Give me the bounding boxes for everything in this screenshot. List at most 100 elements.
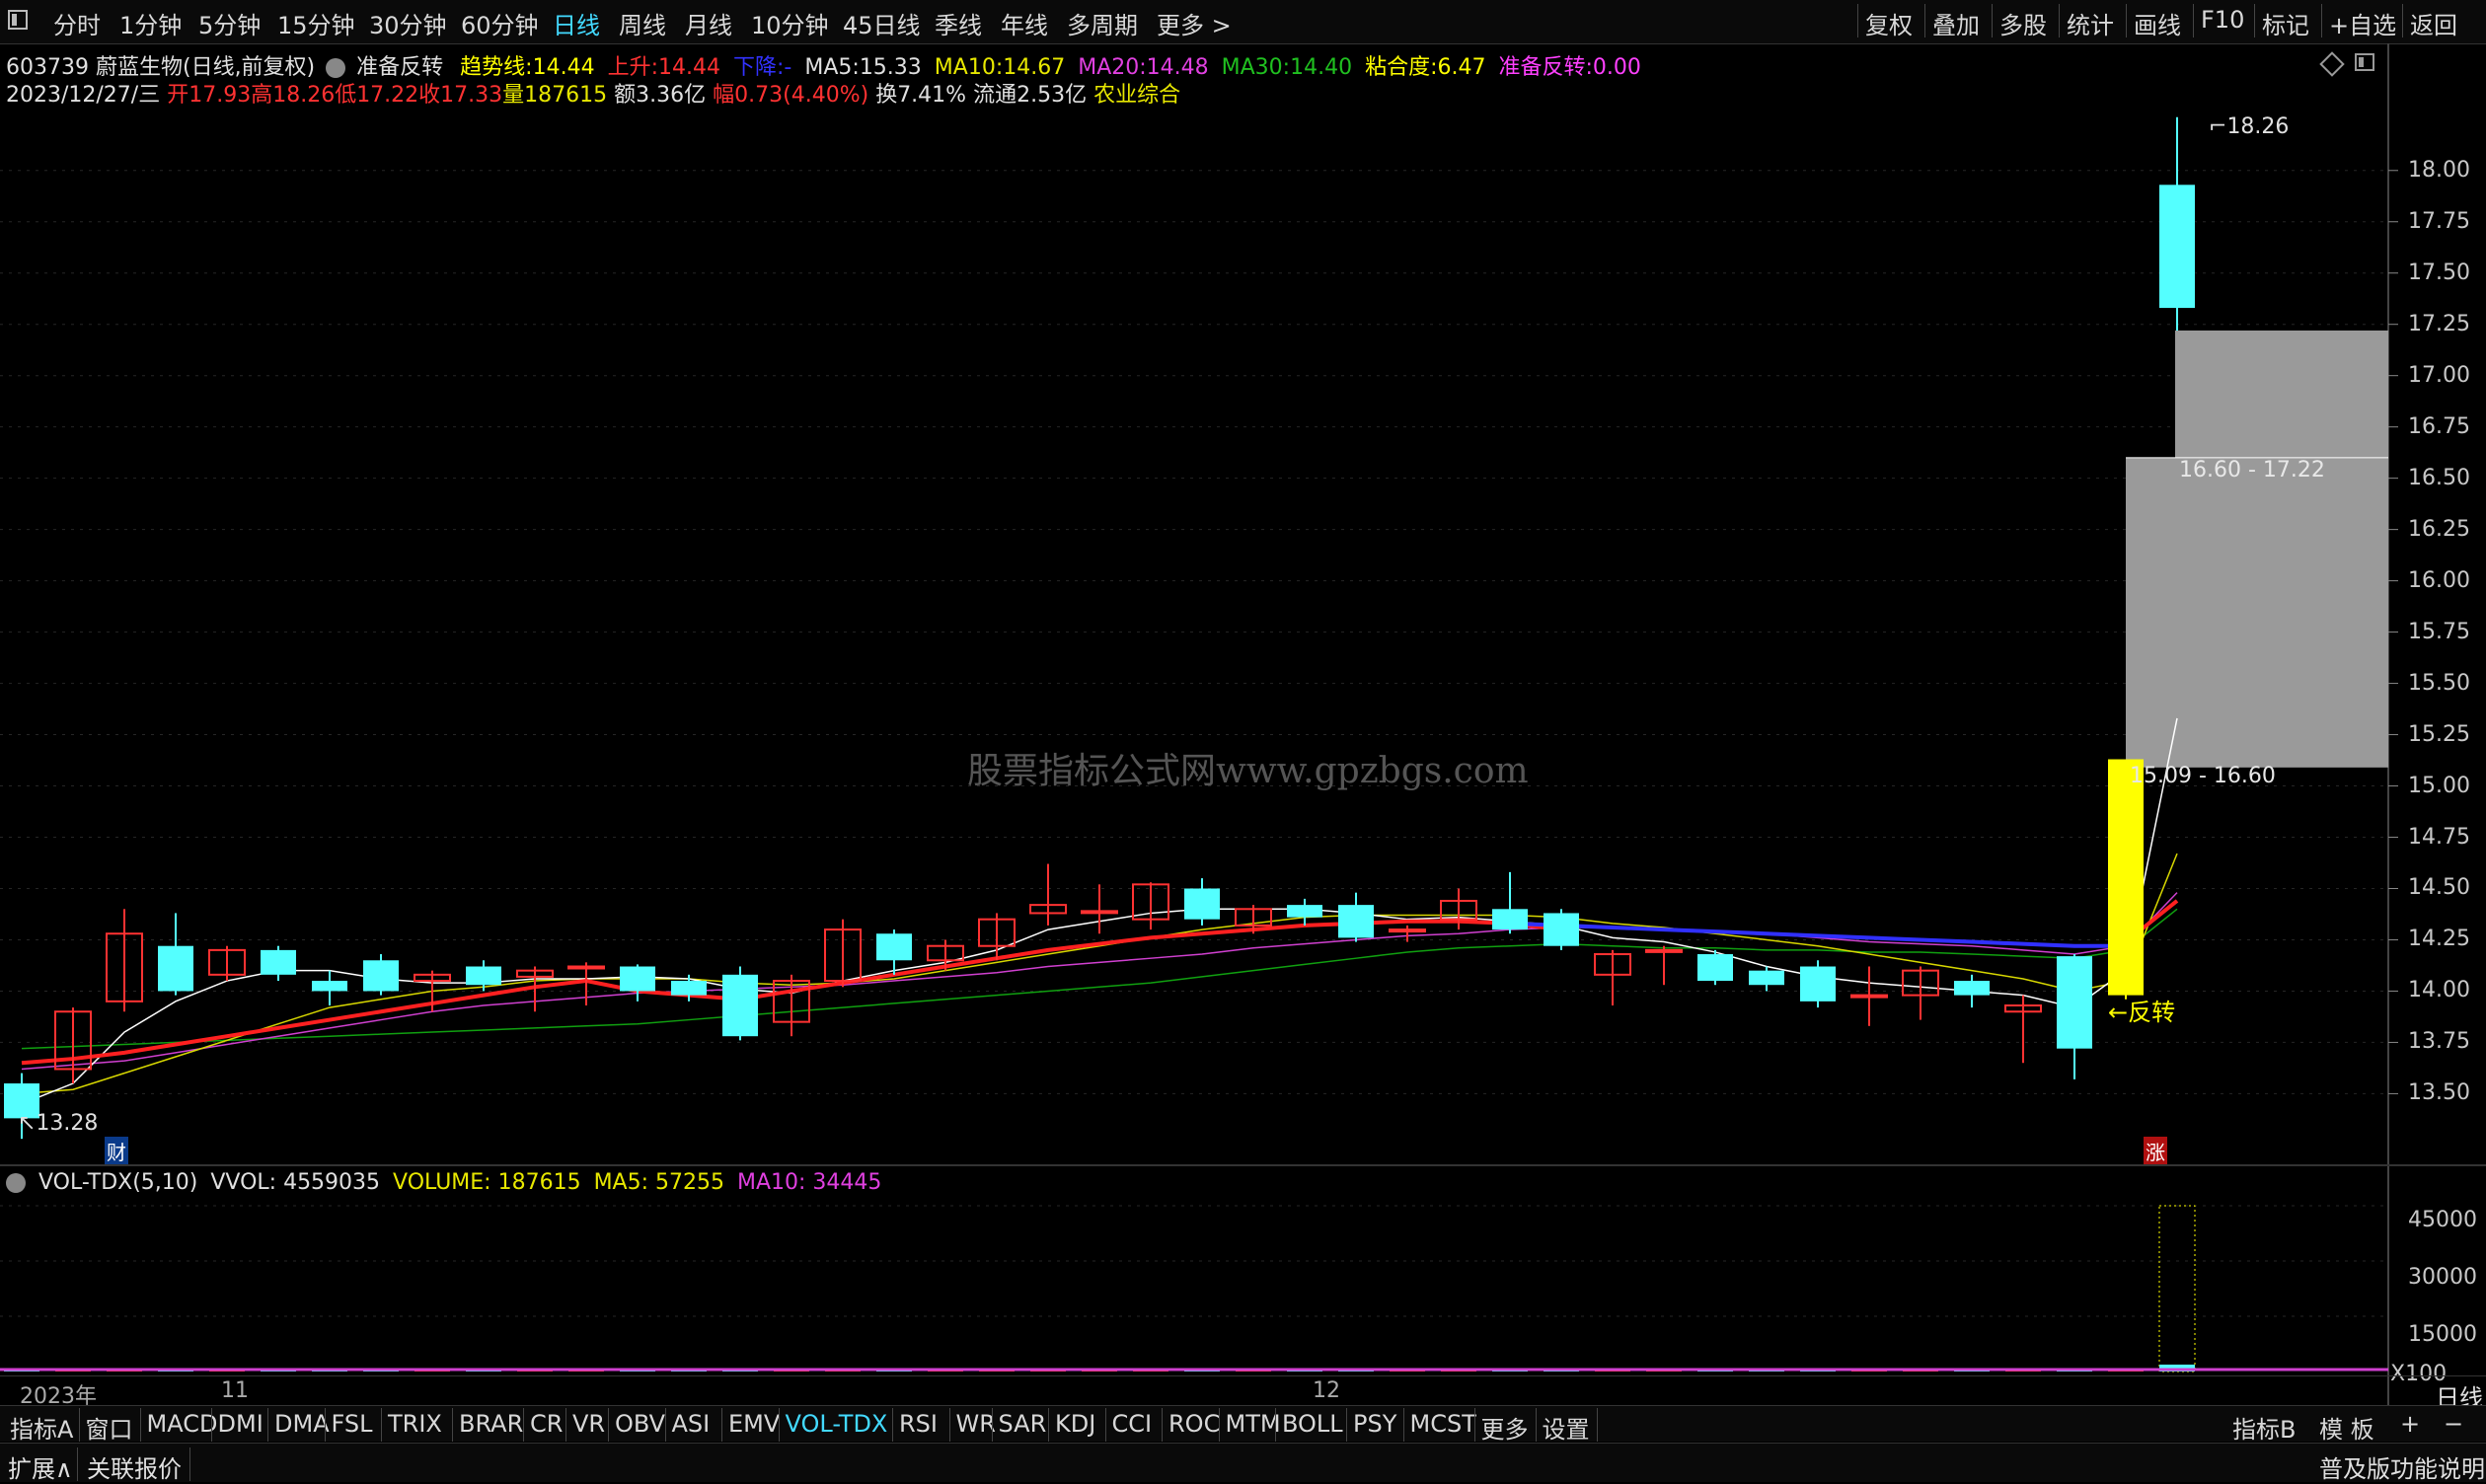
tab-separator [778,1408,780,1442]
candle-body [1338,905,1374,938]
tab-separator [1473,1408,1475,1442]
candle-body [1850,994,1888,999]
price-tick-label: 16.50 [2408,465,2470,490]
indicator-tab-8[interactable]: CR [530,1410,563,1438]
indicator-tab-21[interactable]: BOLL [1282,1410,1343,1438]
zone-upper-label: 16.60 - 17.22 [2179,458,2325,482]
price-tick-label: 15.75 [2408,619,2470,644]
tab-separator [452,1408,453,1442]
indicator-tab-17[interactable]: KDJ [1055,1410,1095,1438]
right-tab-2[interactable]: + [2400,1410,2420,1438]
limit-up-badge[interactable]: 涨 [2144,1137,2167,1165]
high-price-value: 18.26 [2226,114,2290,139]
candle-body [158,945,193,992]
candle-body [1389,928,1426,933]
indicator-tab-0[interactable]: 指标A [10,1410,73,1445]
tab-separator [1218,1408,1220,1442]
candle-body [2057,956,2092,1049]
indicator-tab-22[interactable]: PSY [1353,1410,1396,1438]
candle-body [1954,981,1990,996]
date-axis: 2023年 11 12 日线 [0,1375,2486,1412]
candle-body [363,960,399,992]
vvol-value: VVOL: 4559035 [210,1170,381,1195]
indicator-tab-13[interactable]: VOL-TDX [786,1410,888,1438]
price-tick-label: 18.00 [2408,157,2470,183]
indicator-tab-5[interactable]: FSL [332,1410,373,1438]
tab-separator [1346,1408,1347,1442]
candle-body [466,966,501,986]
volume-tick-label: 30000 [2408,1265,2477,1290]
tab-separator [892,1408,893,1442]
tab-separator [948,1408,950,1442]
price-tick-label: 14.25 [2408,927,2470,952]
candle-body [312,981,347,992]
tab-separator [721,1408,722,1442]
tab-separator [381,1408,382,1442]
price-tick-label: 17.25 [2408,311,2470,336]
tab-separator [267,1408,268,1442]
indicator-tab-10[interactable]: OBV [615,1410,665,1438]
price-tick-label: 14.75 [2408,824,2470,850]
volume-indicator-name[interactable]: VOL-TDX(5,10) [38,1170,197,1195]
volume-bar-highlight [2158,1205,2196,1373]
price-tick-label: 15.00 [2408,773,2470,798]
indicator-tab-9[interactable]: VR [572,1410,605,1438]
indicator-tab-14[interactable]: RSI [899,1410,938,1438]
candle-body [1800,966,1836,1002]
indicator-tab-20[interactable]: MTM [1226,1410,1281,1438]
tab-separator [1048,1408,1049,1442]
indicator-tab-15[interactable]: WR [956,1410,996,1438]
tab-separator [565,1408,566,1442]
indicator-tab-19[interactable]: ROC [1168,1410,1220,1438]
price-tick-label: 17.00 [2408,362,2470,388]
candle-body [876,933,912,961]
tab-separator [1596,1408,1598,1442]
right-tab-0[interactable]: 指标B [2232,1410,2296,1445]
price-tick-label: 15.50 [2408,670,2470,696]
related-quote-button[interactable]: 关联报价 [87,1449,182,1484]
candle-body [2159,185,2195,309]
indicator-tab-24[interactable]: 更多 [1481,1410,1529,1445]
volume-select-icon[interactable] [6,1173,26,1193]
indicator-tab-4[interactable]: DMA [274,1410,330,1438]
indicator-tab-3[interactable]: DMI [218,1410,264,1438]
indicator-tab-25[interactable]: 设置 [1543,1410,1590,1445]
indicator-tab-1[interactable]: 窗口 [86,1410,133,1445]
help-link[interactable]: 普及版功能说明 [2319,1449,2485,1484]
price-tick-label: 16.25 [2408,516,2470,542]
candle-body [1645,948,1683,953]
tab-separator [1162,1408,1163,1442]
support-zone-upper [2175,330,2388,458]
indicator-tab-18[interactable]: CCI [1112,1410,1153,1438]
candle-body [1081,910,1118,915]
right-tab-3[interactable]: − [2444,1410,2463,1438]
tab-separator [608,1408,609,1442]
tab-separator [139,1408,141,1442]
finance-badge[interactable]: 财 [105,1137,128,1165]
tab-separator [991,1408,993,1442]
indicator-tab-11[interactable]: ASI [672,1410,711,1438]
vol-ma10-value: MA10: 34445 [736,1170,882,1195]
high-price-mark: ⌐18.26 [2209,114,2290,139]
tab-separator [324,1408,326,1442]
reversal-label: ←反转 [2108,999,2176,1026]
right-tab-1[interactable]: 模 板 [2319,1410,2374,1445]
candle-body [2108,759,2144,996]
watermark: 股票指标公式网www.gpzbgs.com [967,751,1529,791]
candle-body [1749,970,1784,986]
expand-button[interactable]: 扩展∧ [8,1449,73,1484]
price-tick-label: 17.50 [2408,260,2470,285]
tab-separator [664,1408,666,1442]
volume-value: VOLUME: 187615 [393,1170,581,1195]
indicator-tab-16[interactable]: SAR [999,1410,1047,1438]
indicator-tab-2[interactable]: MACD [147,1410,218,1438]
pane-divider[interactable] [0,1164,2486,1166]
date-label-dec: 12 [1313,1378,1340,1403]
candle-body [1184,888,1220,920]
indicator-tab-7[interactable]: BRAR [459,1410,523,1438]
price-tick-label: 13.50 [2408,1080,2470,1106]
indicator-tab-6[interactable]: TRIX [388,1410,442,1438]
indicator-tab-12[interactable]: EMV [728,1410,780,1438]
indicator-tab-23[interactable]: MCST [1410,1410,1476,1438]
price-tick-label: 17.75 [2408,208,2470,234]
